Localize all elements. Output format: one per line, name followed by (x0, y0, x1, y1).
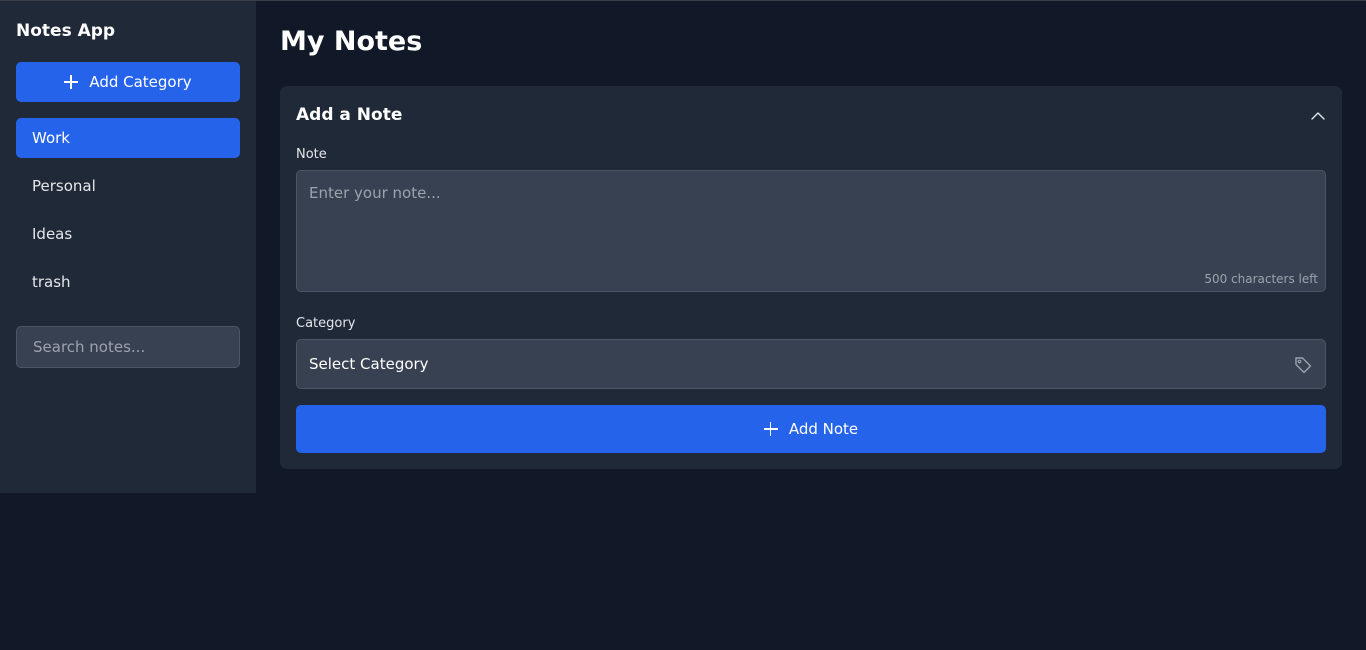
sidebar-item-label: Personal (32, 177, 96, 195)
sidebar-item-ideas[interactable]: Ideas (16, 214, 240, 254)
sidebar-item-trash[interactable]: trash (16, 262, 240, 302)
sidebar: Notes App Add Category Work Personal Ide… (0, 1, 256, 493)
search-input[interactable] (16, 326, 240, 368)
category-select-value: Select Category (309, 355, 429, 373)
sidebar-item-label: Work (32, 129, 70, 147)
sidebar-item-personal[interactable]: Personal (16, 166, 240, 206)
sidebar-item-label: Ideas (32, 225, 73, 243)
add-category-label: Add Category (89, 73, 192, 91)
sidebar-item-label: trash (32, 273, 71, 291)
add-note-label: Add Note (788, 420, 859, 438)
card-title: Add a Note (296, 105, 403, 125)
note-textarea[interactable] (296, 170, 1326, 292)
plus-icon (763, 422, 778, 436)
app-title: Notes App (16, 21, 116, 41)
plus-icon (64, 75, 79, 89)
add-note-button[interactable]: Add Note (296, 405, 1326, 453)
chevron-up-icon[interactable] (1310, 108, 1326, 124)
sidebar-item-work[interactable]: Work (16, 118, 240, 158)
char-count: 500 characters left (1204, 272, 1318, 286)
category-select[interactable]: Select Category (296, 339, 1326, 389)
add-note-card: Add a Note Note 500 characters left Cate… (280, 86, 1342, 469)
tag-icon (1295, 357, 1312, 374)
category-list: Work Personal Ideas trash (16, 118, 240, 310)
page-title: My Notes (280, 26, 423, 57)
note-label: Note (296, 147, 327, 162)
add-category-button[interactable]: Add Category (16, 62, 240, 102)
category-label: Category (296, 316, 356, 331)
